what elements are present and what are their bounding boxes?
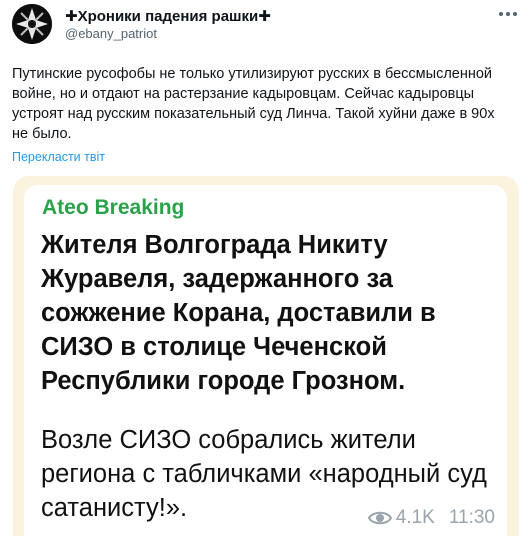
- post-time: 11:30: [448, 507, 495, 528]
- embedded-post: Ateo Breaking Жителя Волгограда Никиту Ж…: [24, 185, 507, 536]
- more-options-button[interactable]: [494, 4, 522, 24]
- author-handle[interactable]: @ebany_patriot: [65, 26, 157, 41]
- view-count: 4.1K: [395, 507, 435, 528]
- tweet-header: ✚Хроники падения рашки✚ @ebany_patriot: [12, 4, 522, 44]
- ellipsis-icon: [499, 12, 517, 16]
- emblem-icon: [12, 4, 52, 44]
- channel-name: Ateo Breaking: [42, 196, 185, 219]
- avatar[interactable]: [12, 4, 52, 44]
- post-meta: 4.1K 11:30: [367, 507, 495, 529]
- translate-tweet-link[interactable]: Перекласти твіт: [12, 150, 105, 164]
- eye-icon: [367, 511, 392, 525]
- tweet-text: Путинские русофобы не только утилизируют…: [12, 66, 495, 142]
- post-headline: Жителя Волгограда Никиту Журавеля, задер…: [41, 231, 436, 395]
- attached-image[interactable]: Ateo Breaking Жителя Волгограда Никиту Ж…: [13, 176, 519, 536]
- author-display-name[interactable]: ✚Хроники падения рашки✚: [65, 7, 271, 25]
